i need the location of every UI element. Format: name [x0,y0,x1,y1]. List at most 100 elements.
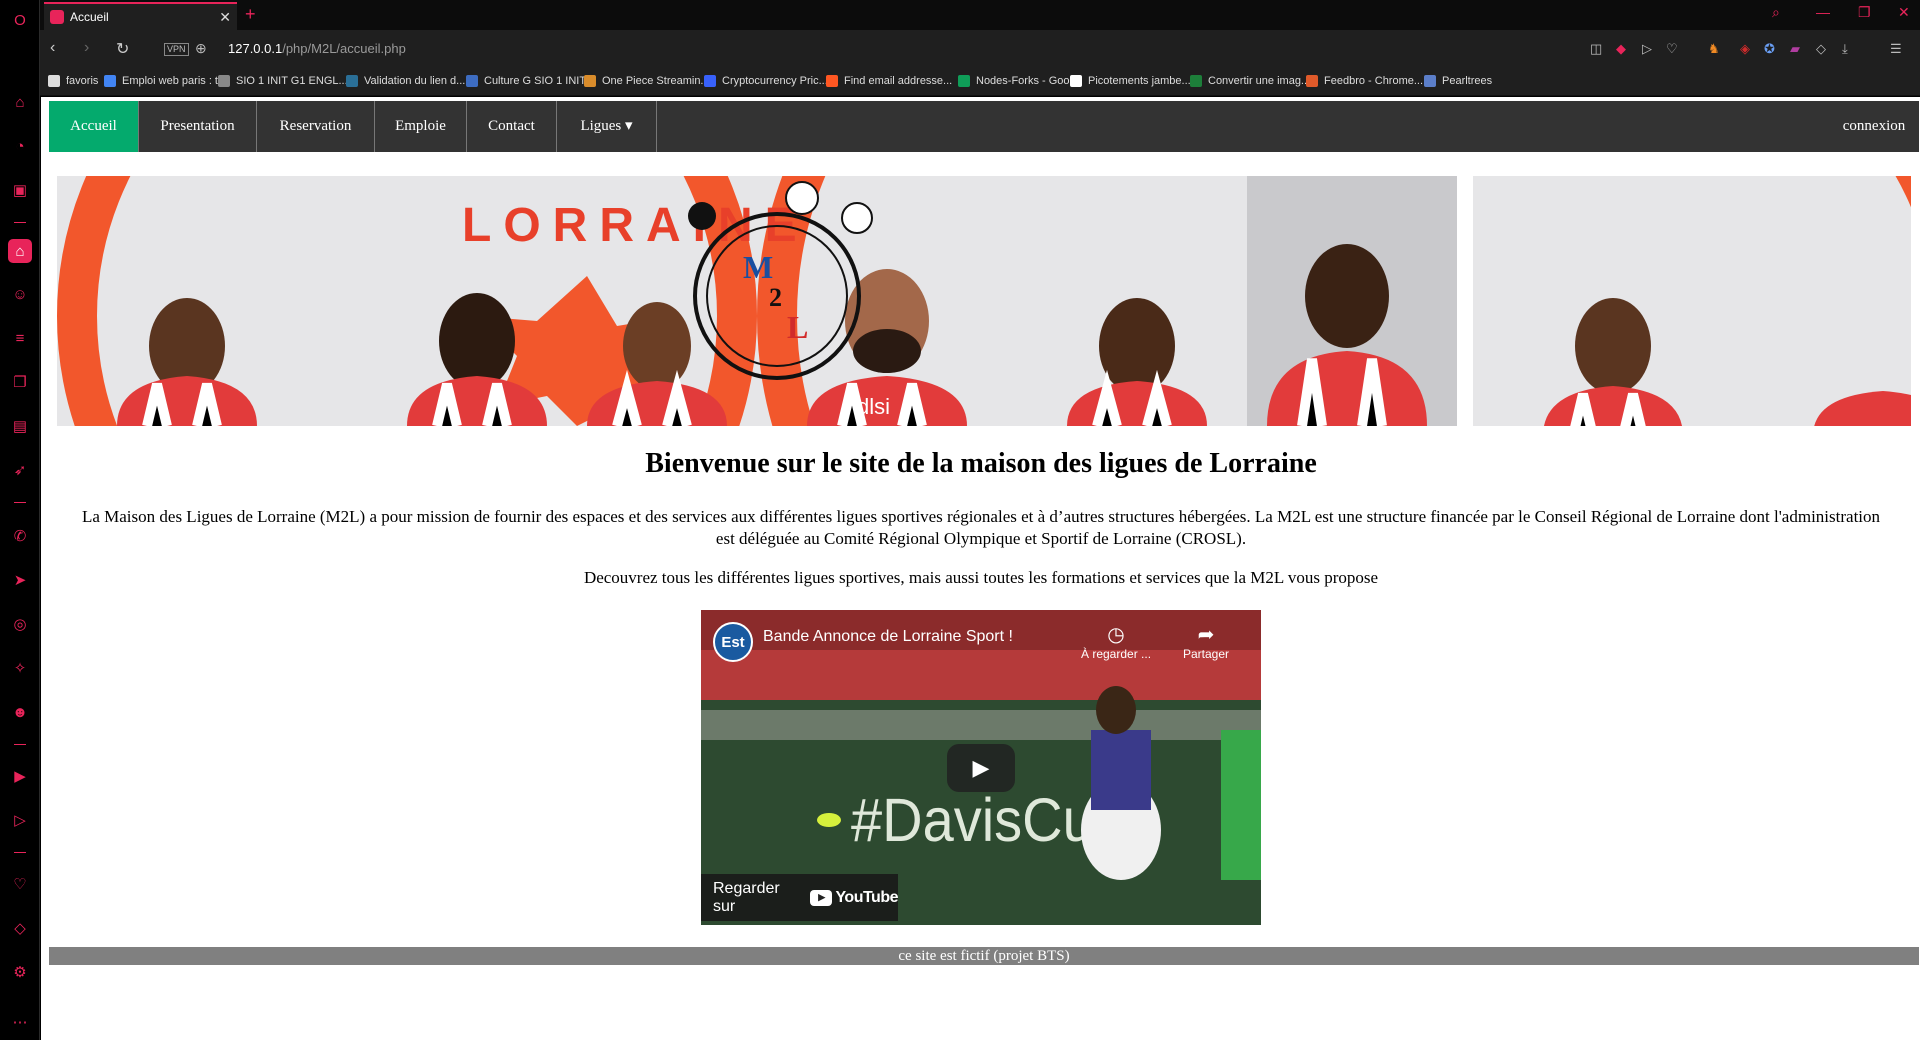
home-icon[interactable]: ⌂ [8,239,32,263]
rocket-icon[interactable]: ➶ [8,458,32,482]
channel-logo[interactable]: Est [713,622,753,662]
bookmark-label: Emploi web paris : t... [122,75,228,87]
forward-icon[interactable]: › [84,39,89,57]
share-button[interactable]: ➦ Partager [1183,622,1229,661]
bookmark-label: Validation du lien d... [364,75,466,87]
tab-close-icon[interactable]: ✕ [219,9,231,26]
youtube-brand: YouTube [835,888,898,906]
discord-icon[interactable]: ☻ [8,700,32,724]
bookmark-item[interactable]: Find email addresse... [826,75,952,87]
watch-later-button[interactable]: ◷ À regarder ... [1081,622,1151,661]
tab-title: Accueil [70,10,109,24]
cube-icon[interactable]: ◇ [1816,41,1826,57]
speed-dial-icon[interactable]: ◔ [8,134,32,158]
bookmark-item[interactable]: Validation du lien d... [346,75,465,87]
nav-connexion[interactable]: connexion [1829,101,1919,152]
bookmark-item[interactable]: Picotements jambe... [1070,75,1191,87]
search-tabs-icon[interactable]: ⌕ [1772,4,1780,21]
extension-icon[interactable]: ▰ [1790,41,1800,57]
send-icon[interactable]: ▷ [8,808,32,832]
metamask-icon[interactable]: ♞ [1708,41,1720,57]
book-icon[interactable]: ❐ [8,370,32,394]
globe-icon: ⊕ [195,40,207,56]
share-label: Partager [1183,647,1230,661]
logo-letter-2: 2 [769,283,782,312]
player-icon[interactable]: ▶ [8,764,32,788]
pearltrees-ext-icon[interactable]: ✪ [1764,41,1775,57]
heart-icon[interactable]: ♡ [8,872,32,896]
twitter-icon[interactable]: ✧ [8,656,32,680]
logo-letter-l: L [787,309,808,345]
bookmark-item[interactable]: Convertir une imag... [1190,75,1310,87]
sponsor-text: dlsi [857,394,890,419]
bookmark-item[interactable]: Pearltrees [1424,75,1492,87]
settings-icon[interactable]: ⚙ [8,960,32,984]
feed-icon [1306,75,1318,87]
minimize-icon[interactable]: — [1816,4,1830,20]
tab-favicon-icon [50,10,64,24]
bookmark-label: SIO 1 INIT G1 ENGL... [236,75,348,87]
nav-contact[interactable]: Contact [467,101,557,152]
bookmark-item[interactable]: SIO 1 INIT G1 ENGL... [218,75,348,87]
ublock-icon[interactable]: ◈ [1740,41,1750,57]
watch-on-youtube-button[interactable]: Regarder sur ▶ YouTube [701,874,898,921]
send-icon[interactable]: ▷ [1642,41,1652,57]
back-icon[interactable]: ‹ [50,39,55,57]
bookmark-item[interactable]: favoris [48,75,98,87]
camera-icon[interactable]: ◫ [1590,41,1602,57]
heart-icon[interactable]: ♡ [1666,41,1678,57]
sheets-icon [958,75,970,87]
chart-icon [1070,75,1082,87]
telegram-icon[interactable]: ➤ [8,568,32,592]
nav-presentation[interactable]: Presentation [139,101,257,152]
restore-icon[interactable]: ❐ [1858,4,1871,21]
bookmark-item[interactable]: Emploi web paris : t... [104,75,227,87]
whatsapp-icon[interactable]: ✆ [8,524,32,548]
nav-reservation[interactable]: Reservation [257,101,375,152]
bookmark-item[interactable]: Culture G SIO 1 INIT [466,75,586,87]
bookmark-item[interactable]: One Piece Streamin... [584,75,710,87]
url-host: 127.0.0.1 [228,41,283,56]
watch-on-label: Regarder sur [713,879,780,915]
share-icon: ➦ [1197,624,1215,646]
page-title: Bienvenue sur le site de la maison des l… [645,448,1317,479]
bookmark-label: Find email addresse... [844,75,953,87]
cube-icon[interactable]: ◇ [8,916,32,940]
youtube-play-icon: ▶ [810,889,833,906]
bookmark-label: Nodes-Forks - Goo... [976,75,1079,87]
video-title[interactable]: Bande Annonce de Lorraine Sport ! [763,628,1013,646]
bookmark-label: Pearltrees [1442,75,1493,87]
twitch-icon[interactable]: ▣ [8,178,32,202]
new-tab-button[interactable]: + [245,4,256,25]
notes-icon[interactable]: ≡ [8,326,32,350]
bookmark-item[interactable]: Nodes-Forks - Goo... [958,75,1079,87]
vpn-badge[interactable]: VPN [164,43,189,56]
play-button[interactable]: ▶ [947,744,1015,792]
shield-icon[interactable]: ◆ [1616,41,1626,57]
hero-banner: LORRAINE dlsi M 2 L [57,176,1457,426]
nav-emploie[interactable]: Emploie [375,101,467,152]
more-icon[interactable]: ⋯ [8,1010,32,1034]
bookmark-item[interactable]: Feedbro - Chrome... [1306,75,1423,87]
close-window-icon[interactable]: ✕ [1898,4,1910,21]
reload-icon[interactable]: ↻ [116,39,129,59]
nav-accueil[interactable]: Accueil [49,101,139,152]
bookmark-label: Feedbro - Chrome... [1324,75,1424,87]
instagram-icon[interactable]: ◎ [8,612,32,636]
briefcase-icon[interactable]: ▤ [8,414,32,438]
hero-banner-secondary [1473,176,1911,426]
bookmark-label: Cryptocurrency Pric... [722,75,828,87]
gamepad-icon[interactable]: ⌂ [8,90,32,114]
url-path: /php/M2L/accueil.php [282,41,406,56]
discover-paragraph: Decouvrez tous les différentes ligues sp… [583,568,1379,587]
nav-ligues-dropdown[interactable]: Ligues ▾ [557,101,657,152]
bookmark-item[interactable]: Cryptocurrency Pric... [704,75,828,87]
smiley-icon[interactable]: ☺ [8,282,32,306]
youtube-embed[interactable]: #DavisCup Est Bande Annonce de Lorraine … [701,610,1261,925]
download-icon[interactable]: ⤓ [1842,41,1848,57]
url-field[interactable]: 127.0.0.1/php/M2L/accueil.php [228,41,406,56]
tab-accueil[interactable]: Accueil ✕ [44,2,237,30]
opera-logo-icon[interactable]: O [8,8,32,32]
menu-icon[interactable]: ☰ [1890,41,1902,57]
page-viewport: Accueil Presentation Reservation Emploie… [41,97,1920,1040]
